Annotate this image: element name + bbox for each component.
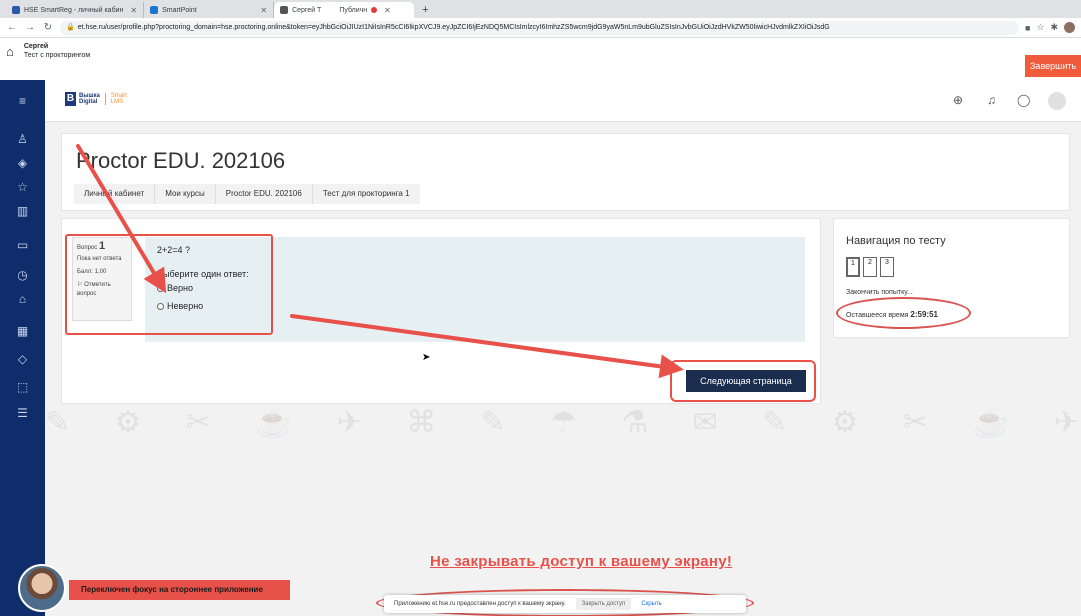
focus-alert: Переключен фокус на стороннее приложение: [69, 580, 290, 600]
arrow-to-next: [290, 314, 684, 379]
screen-share-bar: Приложению et.hse.ru предоставлен доступ…: [384, 595, 746, 613]
webcam-preview: [18, 564, 66, 612]
stop-sharing-button[interactable]: Закрыть доступ: [575, 598, 632, 610]
screen-share-warning: Не закрывать доступ к вашему экрану!: [430, 553, 733, 570]
arrow-to-option: [76, 144, 167, 294]
hide-share-bar-button[interactable]: Скрыть: [641, 601, 661, 607]
share-message: Приложению et.hse.ru предоставлен доступ…: [394, 601, 566, 607]
mouse-cursor-icon: ➤: [422, 352, 431, 363]
annotation-arrows: [76, 144, 684, 379]
